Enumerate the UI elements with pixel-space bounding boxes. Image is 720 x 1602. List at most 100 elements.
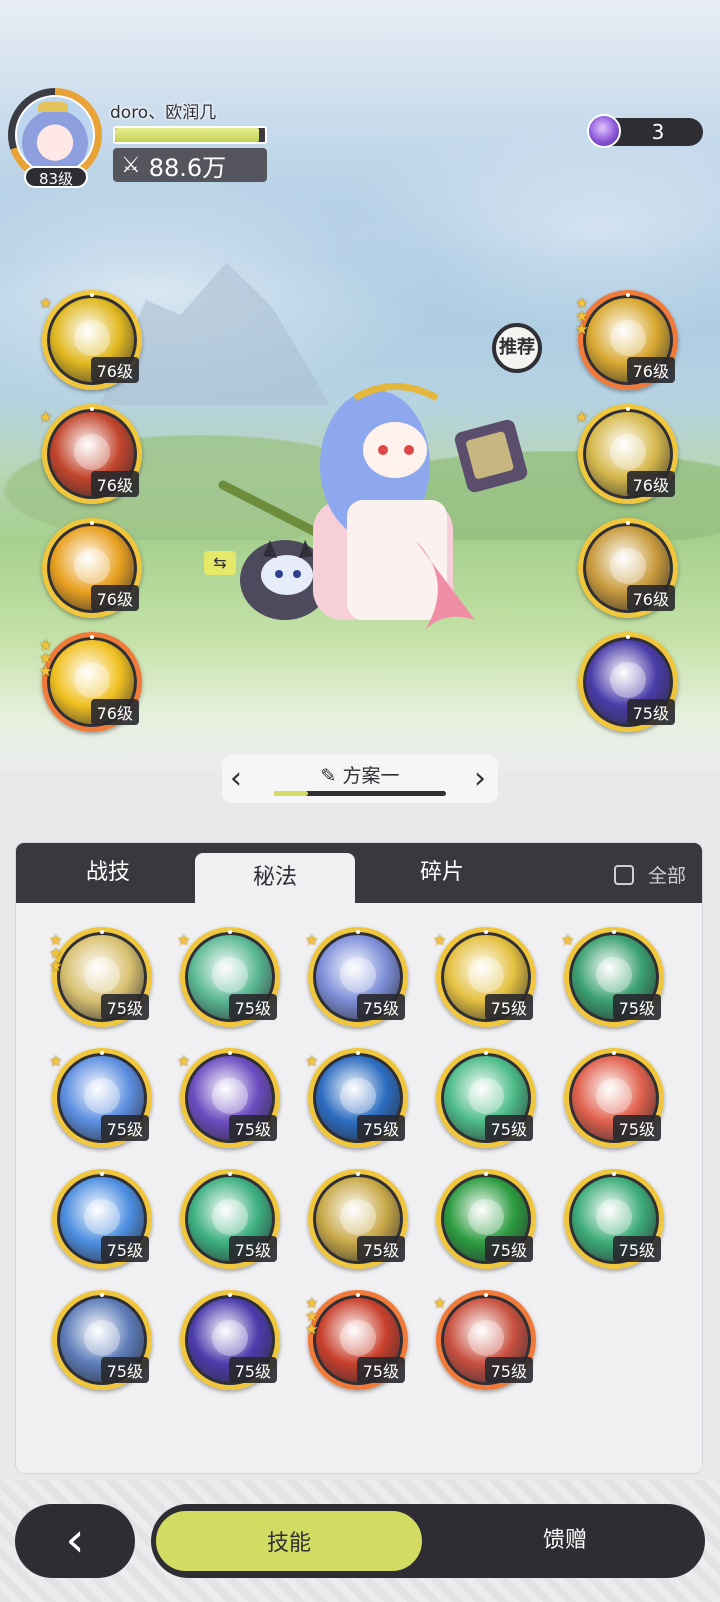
orb-indicator: [356, 1051, 360, 1055]
skill-orb[interactable]: 75级: [180, 1169, 280, 1269]
purple-swirl-icon: [212, 1078, 248, 1115]
orb-indicator: [484, 1051, 488, 1055]
skill-orb[interactable]: 75级: [578, 632, 678, 732]
combat-power: ⚔ 88.6万: [113, 148, 267, 182]
golden-figure-icon: [84, 957, 120, 994]
skill-level: 75级: [356, 994, 405, 1020]
gem-count: 3: [651, 120, 665, 144]
skill-level: 75级: [612, 994, 661, 1020]
plan-title: 方案一: [342, 765, 400, 787]
gem-counter[interactable]: 3: [587, 114, 703, 148]
skill-level: 75级: [228, 1236, 277, 1262]
skill-orb[interactable]: 76级: [578, 518, 678, 618]
green-figure-icon: [212, 1199, 248, 1236]
orb-indicator: [228, 1051, 232, 1055]
skill-orb[interactable]: ★ 75级: [433, 1290, 536, 1390]
skill-orb[interactable]: ★ 76级: [575, 404, 678, 504]
orb-indicator: [90, 407, 94, 411]
orb-indicator: [100, 930, 104, 934]
back-button[interactable]: ‹: [15, 1504, 135, 1578]
plan-selector: ‹ ✎ 方案一 ›: [222, 755, 498, 803]
skill-level: 76级: [626, 585, 675, 611]
skill-orb[interactable]: 75级: [564, 1169, 664, 1269]
player-hp-bar: [113, 126, 267, 144]
star-icon: ★: [177, 1052, 191, 1070]
skill-level: 75级: [356, 1357, 405, 1383]
star-rating: ★: [49, 1054, 62, 1069]
filter-all-checkbox[interactable]: [613, 864, 634, 885]
star-icon: ★: [177, 931, 191, 949]
orb-indicator: [228, 1172, 232, 1176]
skill-orb[interactable]: 76级: [42, 518, 142, 618]
star-rating: ★: [177, 931, 191, 949]
skill-orb[interactable]: ★ ★ ★ 75级: [305, 1290, 408, 1390]
red-flame-icon: [340, 1320, 376, 1357]
orb-indicator: [228, 1293, 232, 1297]
orb-indicator: [484, 1293, 488, 1297]
plan-title-wrap[interactable]: ✎ 方案一: [222, 761, 498, 788]
chevron-right-icon[interactable]: ›: [474, 759, 486, 799]
skill-level: 75级: [356, 1236, 405, 1262]
skill-level: 76级: [90, 585, 139, 611]
skill-orb[interactable]: ★ ★ ★ 75级: [49, 927, 152, 1027]
skill-orb[interactable]: ★ 76级: [39, 290, 142, 390]
mode-gifts[interactable]: 馈赠: [429, 1508, 701, 1574]
filter-all-label: 全部: [647, 865, 686, 887]
green-chain-icon: [596, 1199, 632, 1236]
star-icon: ★: [39, 294, 53, 312]
filter-all[interactable]: 全部: [613, 861, 686, 888]
orb-indicator: [612, 930, 616, 934]
star-icon: ★: [433, 1294, 447, 1312]
star-icon: ★: [39, 662, 53, 680]
skill-orb[interactable]: ★ 76级: [39, 404, 142, 504]
skill-orb[interactable]: ★ 75级: [49, 1048, 152, 1148]
orb-indicator: [484, 1172, 488, 1176]
arcane-clock-icon: [610, 662, 646, 699]
green-heart-icon: [596, 957, 632, 994]
star-rating: ★: [575, 410, 588, 425]
skill-orb[interactable]: 75级: [308, 1169, 408, 1269]
pencil-icon: ✎: [320, 765, 337, 787]
skill-level: 75级: [626, 699, 675, 725]
skill-orb[interactable]: 75级: [52, 1169, 152, 1269]
lightning-burst-icon: [74, 320, 110, 357]
orb-indicator: [228, 930, 232, 934]
golden-wing-icon: [340, 1199, 376, 1236]
tab-suipian[interactable]: 碎片: [362, 843, 522, 903]
mode-skills[interactable]: 技能: [153, 1508, 425, 1574]
skill-orb[interactable]: ★ 75级: [177, 927, 280, 1027]
skill-orb[interactable]: 75级: [436, 1169, 536, 1269]
skill-orb[interactable]: 75级: [180, 1290, 280, 1390]
skill-orb[interactable]: ★ 75级: [561, 927, 664, 1027]
blue-crystal-icon: [340, 1078, 376, 1115]
orb-indicator: [484, 930, 488, 934]
meteor-icon: [74, 434, 110, 471]
orb-indicator: [626, 293, 630, 297]
skill-orb[interactable]: ★ ★ ★ 76级: [39, 632, 142, 732]
player-hp-fill: [115, 128, 259, 142]
skill-level: 75级: [484, 994, 533, 1020]
star-icon: ★: [305, 1052, 319, 1070]
ice-spike-icon: [84, 1078, 120, 1115]
skill-orb[interactable]: ★ 75级: [305, 1048, 408, 1148]
orb-indicator: [356, 930, 360, 934]
tab-mifa[interactable]: 秘法: [195, 853, 355, 903]
tab-zhanji[interactable]: 战技: [28, 843, 188, 903]
swap-pet-button[interactable]: ⇆: [204, 551, 236, 575]
hero-character: [218, 383, 528, 630]
skill-orb[interactable]: ★ 75级: [433, 927, 536, 1027]
star-rating: ★: [39, 294, 53, 312]
orb-indicator: [356, 1172, 360, 1176]
star-rating: ★ ★ ★: [39, 638, 53, 680]
skill-orb[interactable]: 75级: [52, 1290, 152, 1390]
skill-orb[interactable]: ★ 75级: [305, 927, 408, 1027]
starry-portal-icon: [212, 1320, 248, 1357]
skill-orb[interactable]: 75级: [564, 1048, 664, 1148]
skill-orb[interactable]: 75级: [436, 1048, 536, 1148]
skill-level: 75级: [228, 1115, 277, 1141]
skill-orb[interactable]: ★ ★ ★ 76级: [575, 290, 678, 390]
skill-level: 76级: [626, 471, 675, 497]
skill-level: 76级: [90, 699, 139, 725]
orb-indicator: [90, 293, 94, 297]
skill-orb[interactable]: ★ 75级: [177, 1048, 280, 1148]
